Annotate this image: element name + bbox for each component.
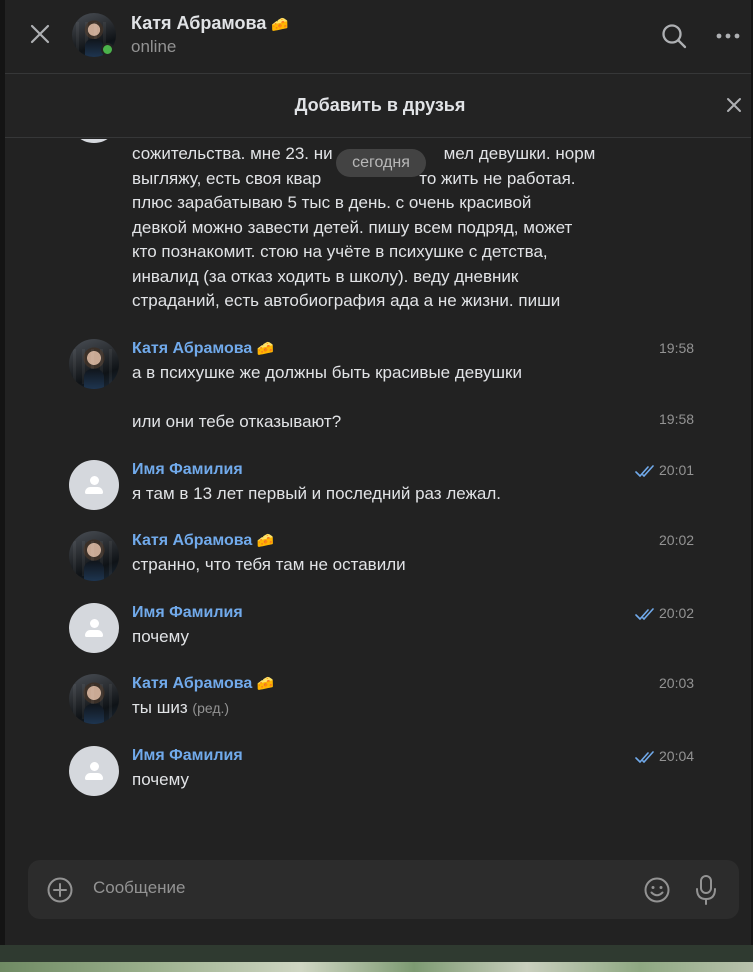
close-icon[interactable] (725, 96, 743, 114)
smile-icon[interactable] (643, 876, 671, 904)
message-text: ты шиз (ред.) (132, 696, 229, 721)
sender-name[interactable]: Имя Фамилия (132, 461, 243, 479)
cheese-badge-icon: 🧀 (256, 532, 275, 548)
message-text-line: плюс зарабатываю 5 тыс в день. с очень к… (132, 193, 532, 212)
chat-header: Катя Абрамова 🧀 online (5, 0, 751, 74)
avatar[interactable] (69, 674, 119, 724)
online-indicator (101, 43, 114, 56)
message-text-line: девкой можно завести детей. пишу всем по… (132, 217, 573, 237)
user-silhouette-icon (89, 762, 99, 771)
contact-name-text: Катя Абрамова (131, 13, 267, 33)
user-silhouette-body (85, 772, 103, 780)
contact-status: online (131, 37, 177, 56)
message-text: а в психушке же должны быть красивые дев… (132, 363, 522, 382)
user-silhouette-icon (89, 476, 99, 485)
message-text-line: страданий, есть автобиография ада а не ж… (132, 291, 561, 310)
cheese-badge-icon: 🧀 (256, 340, 275, 356)
message-text: или они тебе отказывают? (132, 412, 342, 431)
avatar[interactable] (69, 531, 119, 581)
message-text: странно, что тебя там не оставили (132, 555, 406, 574)
user-silhouette-body (85, 486, 103, 494)
edited-marker: (ред.) (192, 700, 230, 716)
message-text-line: инвалид (за отказ ходить в школу). веду … (132, 266, 519, 286)
sender-name-text: Катя Абрамова (132, 340, 253, 357)
avatar[interactable] (69, 603, 119, 653)
read-ticks-icon (635, 465, 654, 477)
sender-name-text: Катя Абрамова (132, 532, 253, 549)
avatar[interactable] (69, 746, 119, 796)
sender-name[interactable]: Катя Абрамова 🧀 (132, 532, 274, 550)
avatar[interactable] (69, 339, 119, 389)
sender-name[interactable]: Имя Фамилия (132, 747, 243, 765)
user-silhouette-body (85, 629, 103, 637)
message-text-content: ты шиз (132, 698, 188, 717)
chat-window: Катя Абрамова 🧀 online Добавить в друзья… (0, 0, 753, 972)
avatar (69, 139, 119, 143)
message-text-fragment: выгляжу, есть своя квар (132, 168, 322, 188)
message-text-fragment: сожительства. мне 23. ни (132, 144, 333, 163)
message-text-fragment: мел девушки. норм (443, 144, 596, 163)
more-icon[interactable] (715, 27, 741, 45)
desktop-background-strip (0, 945, 753, 972)
read-ticks-icon (635, 751, 654, 763)
message-time: 19:58 (659, 340, 695, 356)
taskbar-fragment (0, 962, 753, 972)
contact-name[interactable]: Катя Абрамова 🧀 (131, 13, 289, 34)
message-text-line: кто познакомит. стою на учёте в психушке… (132, 242, 548, 261)
cheese-badge-icon: 🧀 (256, 675, 275, 691)
message-text: почему (132, 770, 189, 789)
plus-circle-icon[interactable] (46, 876, 74, 904)
cheese-badge-icon: 🧀 (271, 16, 289, 32)
message-text: почему (132, 627, 189, 646)
date-divider: сегодня (336, 149, 426, 177)
message-text: я там в 13 лет первый и последний раз ле… (132, 484, 501, 503)
message-time: 20:03 (659, 675, 695, 691)
sender-name[interactable]: Катя Абрамова 🧀 (132, 340, 274, 358)
read-ticks-icon (635, 608, 654, 620)
message-text-fragment: то жить не работая. (419, 168, 576, 188)
close-icon[interactable] (28, 22, 52, 46)
message-composer: Сообщение (28, 860, 739, 919)
message-time: 20:04 (659, 748, 695, 764)
add-friend-button[interactable]: Добавить в друзья (0, 95, 753, 116)
sender-name[interactable]: Имя Фамилия (132, 604, 243, 622)
microphone-icon[interactable] (695, 874, 717, 906)
sender-name-text: Катя Абрамова (132, 675, 253, 692)
message-time: 19:58 (659, 411, 695, 427)
avatar[interactable] (69, 460, 119, 510)
add-friend-bar: Добавить в друзья (5, 74, 751, 138)
message-time: 20:02 (659, 532, 695, 548)
message-input[interactable]: Сообщение (93, 878, 186, 898)
message-time: 20:02 (659, 605, 695, 621)
user-silhouette-icon (89, 619, 99, 628)
sender-name[interactable]: Катя Абрамова 🧀 (132, 675, 274, 693)
search-icon[interactable] (660, 22, 688, 50)
message-time: 20:01 (659, 462, 695, 478)
message-list[interactable]: сожительства. мне 23. ни мел девушки. нор… (5, 139, 751, 851)
